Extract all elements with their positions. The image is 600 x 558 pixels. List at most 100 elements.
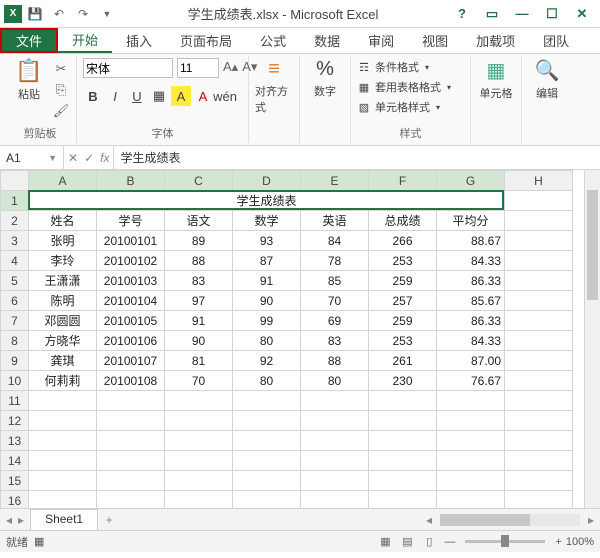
cell[interactable] bbox=[165, 411, 233, 431]
cell[interactable]: 邓圆圆 bbox=[29, 311, 97, 331]
tab-home[interactable]: 开始 bbox=[58, 28, 112, 53]
enter-formula-icon[interactable]: ✓ bbox=[84, 151, 94, 165]
cell[interactable]: 80 bbox=[233, 331, 301, 351]
cell[interactable] bbox=[505, 471, 573, 491]
cell[interactable]: 李玲 bbox=[29, 251, 97, 271]
redo-icon[interactable]: ↷ bbox=[72, 3, 94, 25]
cell[interactable]: 81 bbox=[165, 351, 233, 371]
cancel-formula-icon[interactable]: ✕ bbox=[68, 151, 78, 165]
row-head-5[interactable]: 5 bbox=[1, 271, 29, 291]
row-head-15[interactable]: 15 bbox=[1, 471, 29, 491]
row-head-3[interactable]: 3 bbox=[1, 231, 29, 251]
row-head-10[interactable]: 10 bbox=[1, 371, 29, 391]
tab-insert[interactable]: 插入 bbox=[112, 28, 166, 53]
cell[interactable]: 龚琪 bbox=[29, 351, 97, 371]
cell[interactable] bbox=[505, 331, 573, 351]
cell[interactable] bbox=[97, 411, 165, 431]
cell[interactable] bbox=[369, 391, 437, 411]
cell[interactable] bbox=[165, 471, 233, 491]
cell[interactable]: 平均分 bbox=[437, 211, 505, 231]
cell[interactable]: 84.33 bbox=[437, 331, 505, 351]
cell[interactable]: 99 bbox=[233, 311, 301, 331]
cell[interactable] bbox=[369, 411, 437, 431]
italic-button[interactable]: I bbox=[105, 86, 125, 106]
cell[interactable]: 总成绩 bbox=[369, 211, 437, 231]
cell[interactable]: 261 bbox=[369, 351, 437, 371]
col-head-G[interactable]: G bbox=[437, 171, 505, 191]
ribbon-options-icon[interactable]: ▭ bbox=[478, 4, 506, 24]
cell[interactable]: 87 bbox=[233, 251, 301, 271]
cell[interactable] bbox=[505, 351, 573, 371]
col-head-E[interactable]: E bbox=[301, 171, 369, 191]
cell[interactable] bbox=[233, 391, 301, 411]
cell[interactable]: 语文 bbox=[165, 211, 233, 231]
grow-font-icon[interactable]: A▴ bbox=[223, 58, 238, 76]
cell[interactable]: 85.67 bbox=[437, 291, 505, 311]
font-color-button[interactable]: A bbox=[193, 86, 213, 106]
cell[interactable] bbox=[29, 491, 97, 509]
cell[interactable] bbox=[505, 391, 573, 411]
table-format-button[interactable]: ▦ 套用表格格式▾ bbox=[357, 78, 464, 96]
editing-button[interactable]: 🔍 编辑 bbox=[528, 58, 566, 101]
cell[interactable]: 20100104 bbox=[97, 291, 165, 311]
cell[interactable]: 259 bbox=[369, 271, 437, 291]
cell[interactable] bbox=[505, 231, 573, 251]
cell[interactable]: 86.33 bbox=[437, 271, 505, 291]
cell[interactable]: 87.00 bbox=[437, 351, 505, 371]
cell[interactable] bbox=[505, 451, 573, 471]
row-head-16[interactable]: 16 bbox=[1, 491, 29, 509]
underline-button[interactable]: U bbox=[127, 86, 147, 106]
cell[interactable]: 80 bbox=[301, 371, 369, 391]
cell[interactable]: 姓名 bbox=[29, 211, 97, 231]
row-head-12[interactable]: 12 bbox=[1, 411, 29, 431]
cell[interactable] bbox=[233, 411, 301, 431]
cell[interactable]: 何莉莉 bbox=[29, 371, 97, 391]
tab-pagelayout[interactable]: 页面布局 bbox=[166, 28, 246, 53]
vertical-scrollbar[interactable] bbox=[584, 170, 600, 508]
format-painter-icon[interactable]: 🖌 bbox=[52, 102, 70, 120]
cell[interactable]: 257 bbox=[369, 291, 437, 311]
cell[interactable]: 80 bbox=[233, 371, 301, 391]
minimize-icon[interactable]: — bbox=[508, 4, 536, 24]
tab-review[interactable]: 审阅 bbox=[354, 28, 408, 53]
cell[interactable] bbox=[97, 391, 165, 411]
col-head-H[interactable]: H bbox=[505, 171, 573, 191]
fill-color-button[interactable]: A bbox=[171, 86, 191, 106]
cell[interactable]: 83 bbox=[165, 271, 233, 291]
row-head-9[interactable]: 9 bbox=[1, 351, 29, 371]
tab-addins[interactable]: 加载项 bbox=[462, 28, 529, 53]
cell[interactable]: 97 bbox=[165, 291, 233, 311]
hscroll-right-icon[interactable]: ▸ bbox=[588, 513, 594, 527]
cell[interactable]: 83 bbox=[301, 331, 369, 351]
sheet-nav-prev-icon[interactable]: ◂ bbox=[6, 513, 12, 527]
alignment-button[interactable]: ≡ 对齐方式 bbox=[255, 58, 293, 115]
maximize-icon[interactable]: ☐ bbox=[538, 4, 566, 24]
qat-dropdown-icon[interactable]: ▼ bbox=[96, 3, 118, 25]
border-button[interactable]: ▦ bbox=[149, 86, 169, 106]
row-head-13[interactable]: 13 bbox=[1, 431, 29, 451]
cell[interactable]: 84.33 bbox=[437, 251, 505, 271]
add-sheet-button[interactable]: + bbox=[98, 509, 120, 530]
cell[interactable]: 93 bbox=[233, 231, 301, 251]
undo-icon[interactable]: ↶ bbox=[48, 3, 70, 25]
cell[interactable] bbox=[505, 411, 573, 431]
close-icon[interactable]: ✕ bbox=[568, 4, 596, 24]
cell[interactable]: 85 bbox=[301, 271, 369, 291]
excel-app-icon[interactable]: X bbox=[4, 5, 22, 23]
view-normal-icon[interactable]: ▦ bbox=[374, 533, 396, 551]
cell[interactable]: 20100102 bbox=[97, 251, 165, 271]
cell[interactable]: 学号 bbox=[97, 211, 165, 231]
cell[interactable] bbox=[29, 411, 97, 431]
cell[interactable] bbox=[369, 471, 437, 491]
formula-input[interactable]: 学生成绩表 bbox=[114, 146, 600, 169]
cell[interactable] bbox=[233, 431, 301, 451]
cell[interactable]: 76.67 bbox=[437, 371, 505, 391]
cell[interactable] bbox=[437, 491, 505, 509]
tab-formulas[interactable]: 公式 bbox=[246, 28, 300, 53]
phonetic-button[interactable]: wén bbox=[215, 86, 235, 106]
cell[interactable] bbox=[233, 471, 301, 491]
bold-button[interactable]: B bbox=[83, 86, 103, 106]
tab-data[interactable]: 数据 bbox=[300, 28, 354, 53]
row-head-14[interactable]: 14 bbox=[1, 451, 29, 471]
cell[interactable]: 90 bbox=[233, 291, 301, 311]
